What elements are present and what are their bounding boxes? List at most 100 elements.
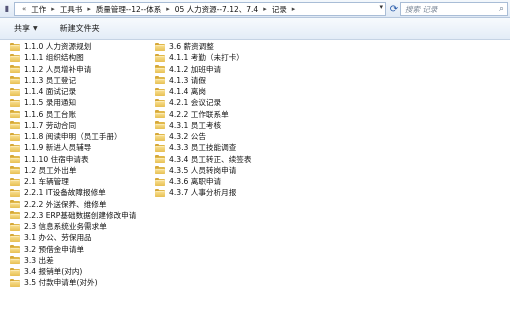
folder-item[interactable]: 1.2 员工外出单 bbox=[10, 165, 136, 176]
folder-icon bbox=[155, 121, 165, 130]
folder-name: 1.1.0 人力资源规划 bbox=[24, 42, 92, 52]
search-placeholder: 搜索 记录 bbox=[405, 4, 438, 14]
folder-item[interactable]: 4.3.2 公告 bbox=[155, 131, 252, 142]
folder-icon bbox=[155, 53, 165, 62]
folder-item[interactable]: 2.2.1 IT设备故障报修单 bbox=[10, 187, 136, 198]
folder-item[interactable]: 4.3.5 人员转岗申请 bbox=[155, 165, 252, 176]
folder-item[interactable]: 1.1.7 劳动合同 bbox=[10, 120, 136, 131]
folder-icon bbox=[10, 267, 20, 276]
breadcrumb-item[interactable]: 工作 bbox=[30, 4, 47, 15]
breadcrumb-item[interactable]: 质量管理--12--体系 bbox=[95, 4, 162, 15]
command-bar: 共享 ▼ 新建文件夹 bbox=[0, 18, 510, 40]
folder-item[interactable]: 4.3.1 员工考核 bbox=[155, 120, 252, 131]
folder-icon-small[interactable]: ▮ bbox=[0, 4, 14, 13]
folder-item[interactable]: 4.3.6 离职申请 bbox=[155, 176, 252, 187]
folder-item[interactable]: 4.3.7 人事分析月报 bbox=[155, 187, 252, 198]
folder-name: 4.3.4 员工转正、续签表 bbox=[169, 154, 252, 164]
folder-icon bbox=[10, 53, 20, 62]
share-button[interactable]: 共享 ▼ bbox=[8, 21, 44, 37]
breadcrumb-separator[interactable]: ▸ bbox=[162, 5, 174, 13]
breadcrumb-separator[interactable]: ▸ bbox=[83, 5, 95, 13]
folder-name: 3.6 薪资调整 bbox=[169, 42, 214, 52]
folder-name: 1.1.2 人员增补申请 bbox=[24, 64, 92, 74]
folder-item[interactable]: 4.1.1 考勤（未打卡） bbox=[155, 52, 252, 63]
folder-item[interactable]: 3.3 出差 bbox=[10, 255, 136, 266]
breadcrumb[interactable]: « 工作 ▸ 工具书 ▸ 质量管理--12--体系 ▸ 05 人力资源--7.1… bbox=[14, 2, 386, 16]
folder-item[interactable]: 3.5 付款申请单(对外) bbox=[10, 277, 136, 288]
folder-item[interactable]: 3.2 预借金申请单 bbox=[10, 244, 136, 255]
folder-item[interactable]: 4.2.2 工作联系单 bbox=[155, 109, 252, 120]
folder-item[interactable]: 4.1.4 离岗 bbox=[155, 86, 252, 97]
folder-icon bbox=[10, 65, 20, 74]
refresh-icon[interactable]: ⟳ bbox=[387, 2, 401, 16]
folder-item[interactable]: 2.2.3 ERP基础数据创建修改申请 bbox=[10, 210, 136, 221]
folder-name: 2.1 车辆管理 bbox=[24, 177, 69, 187]
folder-column-2: 3.6 薪资调整 4.1.1 考勤（未打卡） 4.1.2 加班申请 4.1.3 请假 4… bbox=[155, 41, 252, 199]
folder-icon bbox=[10, 110, 20, 119]
breadcrumb-separator[interactable]: ▸ bbox=[259, 5, 271, 13]
breadcrumb-root-arrow[interactable]: « bbox=[18, 5, 30, 13]
breadcrumb-item-current[interactable]: 记录 bbox=[271, 4, 288, 15]
folder-item[interactable]: 4.2.1 会议记录 bbox=[155, 97, 252, 108]
folder-name: 1.1.4 面试记录 bbox=[24, 87, 77, 97]
folder-item[interactable]: 1.1.4 面试记录 bbox=[10, 86, 136, 97]
folder-item[interactable]: 1.1.3 员工登记 bbox=[10, 75, 136, 86]
folder-icon bbox=[10, 76, 20, 85]
folder-name: 1.1.7 劳动合同 bbox=[24, 120, 77, 130]
folder-name: 4.1.3 请假 bbox=[169, 75, 206, 85]
folder-item[interactable]: 3.1 办公、劳保用品 bbox=[10, 232, 136, 243]
folder-icon bbox=[10, 143, 20, 152]
folder-item[interactable]: 1.1.10 住宿申请表 bbox=[10, 154, 136, 165]
search-icon[interactable]: ⌕ bbox=[499, 4, 504, 14]
folder-item[interactable]: 1.1.0 人力资源规划 bbox=[10, 41, 136, 52]
folder-icon bbox=[155, 76, 165, 85]
folder-name: 4.3.7 人事分析月报 bbox=[169, 188, 237, 198]
folder-item[interactable]: 2.3 信息系统业务需求单 bbox=[10, 221, 136, 232]
folder-item[interactable]: 1.1.2 人员增补申请 bbox=[10, 64, 136, 75]
folder-name: 2.3 信息系统业务需求单 bbox=[24, 222, 107, 232]
folder-name: 4.1.2 加班申请 bbox=[169, 64, 222, 74]
folder-icon bbox=[155, 188, 165, 197]
folder-item[interactable]: 4.3.3 员工技能调查 bbox=[155, 142, 252, 153]
folder-item[interactable]: 4.1.2 加班申请 bbox=[155, 64, 252, 75]
new-folder-button[interactable]: 新建文件夹 bbox=[54, 21, 106, 37]
address-bar: ▮ « 工作 ▸ 工具书 ▸ 质量管理--12--体系 ▸ 05 人力资源--7… bbox=[0, 0, 510, 18]
folder-name: 4.3.1 员工考核 bbox=[169, 120, 222, 130]
search-input[interactable]: 搜索 记录 ⌕ bbox=[400, 2, 508, 16]
folder-item[interactable]: 1.1.8 阅读申明（员工手册） bbox=[10, 131, 136, 142]
folder-icon bbox=[10, 211, 20, 220]
folder-name: 1.1.5 录用通知 bbox=[24, 98, 77, 108]
folder-item[interactable]: 3.4 报销单(对内) bbox=[10, 266, 136, 277]
folder-name: 4.2.2 工作联系单 bbox=[169, 109, 229, 119]
folder-item[interactable]: 2.2.2 外送保养、维修单 bbox=[10, 199, 136, 210]
folder-name: 4.3.6 离职申请 bbox=[169, 177, 222, 187]
folder-name: 1.1.10 住宿申请表 bbox=[24, 154, 89, 164]
folder-item[interactable]: 4.3.4 员工转正、续签表 bbox=[155, 154, 252, 165]
breadcrumb-item[interactable]: 工具书 bbox=[59, 4, 84, 15]
folder-name: 3.5 付款申请单(对外) bbox=[24, 278, 98, 288]
folder-icon bbox=[10, 177, 20, 186]
folder-item[interactable]: 1.1.6 员工台账 bbox=[10, 109, 136, 120]
folder-name: 3.3 出差 bbox=[24, 255, 54, 265]
breadcrumb-item[interactable]: 05 人力资源--7.12、7.4 bbox=[174, 4, 259, 15]
folder-item[interactable]: 4.1.3 请假 bbox=[155, 75, 252, 86]
folder-icon bbox=[10, 256, 20, 265]
folder-icon bbox=[155, 98, 165, 107]
folder-name: 2.2.1 IT设备故障报修单 bbox=[24, 188, 106, 198]
address-dropdown-icon[interactable]: ▾ bbox=[379, 3, 383, 11]
folder-item[interactable]: 1.1.9 新进人员辅导 bbox=[10, 142, 136, 153]
breadcrumb-separator[interactable]: ▸ bbox=[288, 5, 300, 13]
folder-item[interactable]: 1.1.1 组织结构图 bbox=[10, 52, 136, 63]
folder-icon bbox=[10, 132, 20, 141]
folder-item[interactable]: 3.6 薪资调整 bbox=[155, 41, 252, 52]
folder-icon bbox=[155, 110, 165, 119]
folder-name: 3.4 报销单(对内) bbox=[24, 267, 83, 277]
folder-icon bbox=[10, 155, 20, 164]
folder-item[interactable]: 2.1 车辆管理 bbox=[10, 176, 136, 187]
file-list: 1.1.0 人力资源规划 1.1.1 组织结构图 1.1.2 人员增补申请 1.1.3… bbox=[0, 41, 510, 319]
breadcrumb-separator[interactable]: ▸ bbox=[47, 5, 59, 13]
folder-name: 1.1.8 阅读申明（员工手册） bbox=[24, 132, 122, 142]
folder-icon bbox=[10, 42, 20, 51]
folder-name: 3.2 预借金申请单 bbox=[24, 244, 85, 254]
folder-item[interactable]: 1.1.5 录用通知 bbox=[10, 97, 136, 108]
